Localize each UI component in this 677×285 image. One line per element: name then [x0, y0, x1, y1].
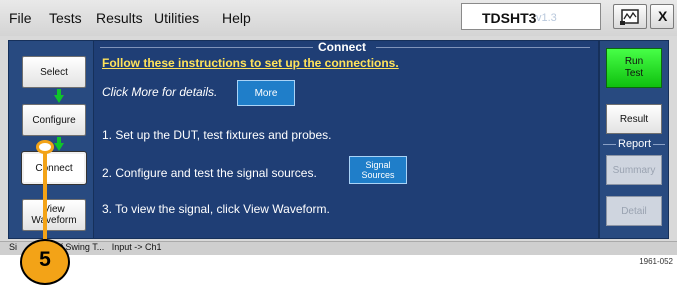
flow-arrow-icon	[54, 95, 64, 103]
waveform-icon	[620, 9, 639, 25]
menu-utilities[interactable]: Utilities	[154, 10, 199, 26]
select-label: Select	[40, 66, 68, 78]
view-waveform-label-line2: Waveform	[31, 215, 77, 226]
configure-button[interactable]: Configure	[22, 104, 86, 136]
product-name: TDSHT3	[482, 10, 537, 26]
title-divider	[376, 47, 590, 48]
summary-label: Summary	[612, 164, 656, 176]
result-label: Result	[619, 113, 649, 125]
menu-file[interactable]: File	[9, 10, 32, 26]
figure-id: 1961-052	[639, 257, 673, 266]
more-button[interactable]: More	[237, 80, 295, 106]
product-version: v1.3	[536, 12, 557, 24]
more-label: More	[254, 87, 278, 99]
select-button[interactable]: Select	[22, 56, 86, 88]
flow-arrow-icon	[54, 143, 64, 151]
menu-results[interactable]: Results	[96, 10, 143, 26]
connect-button[interactable]: Connect	[21, 151, 87, 185]
instruction-step-3: 3. To view the signal, click View Wavefo…	[102, 202, 330, 216]
report-group-label: Report	[616, 138, 654, 150]
connect-label: Connect	[35, 162, 73, 174]
view-waveform-label: View Waveform	[31, 204, 76, 226]
title-divider	[100, 47, 313, 48]
signal-sources-button[interactable]: Signal Sources	[349, 156, 407, 184]
menu-tests[interactable]: Tests	[49, 10, 82, 26]
menu-help[interactable]: Help	[222, 10, 251, 26]
callout-pointer	[36, 140, 54, 154]
view-waveform-button[interactable]: View Waveform	[22, 199, 86, 231]
detail-label: Detail	[621, 205, 647, 217]
result-button[interactable]: Result	[606, 104, 662, 134]
panel-title: Connect	[318, 40, 366, 54]
close-button[interactable]: X	[650, 4, 674, 29]
menu-bar: File Tests Results Utilities Help TDSHT3…	[0, 0, 677, 37]
instructions-title: Follow these instructions to set up the …	[102, 56, 399, 70]
signal-sources-label-line2: Sources	[361, 170, 395, 180]
instruction-step-1: 1. Set up the DUT, test fixtures and pro…	[102, 128, 332, 142]
detail-button[interactable]: Detail	[606, 196, 662, 226]
product-indicator: TDSHT3 v1.3	[461, 3, 601, 30]
run-test-label-line1: Run	[624, 56, 644, 67]
signal-sources-label: Signal Sources	[361, 160, 394, 180]
instruction-step-2: 2. Configure and test the signal sources…	[102, 166, 317, 180]
run-test-label-line2: Test	[624, 68, 644, 79]
run-test-button[interactable]: Run Test	[606, 48, 662, 88]
click-more-hint: Click More for details.	[102, 85, 218, 99]
callout-badge: 5	[20, 239, 70, 285]
workflow-panel: Select Configure Connect View Waveform	[8, 40, 94, 239]
signal-sources-label-line1: Signal	[365, 160, 391, 170]
summary-button[interactable]: Summary	[606, 155, 662, 185]
configure-label: Configure	[32, 114, 76, 126]
waveform-display-button[interactable]	[613, 4, 647, 29]
run-test-label: Run Test	[625, 56, 643, 80]
close-icon: X	[658, 8, 668, 24]
callout-leader-line	[43, 148, 47, 240]
callout-number: 5	[39, 248, 51, 271]
